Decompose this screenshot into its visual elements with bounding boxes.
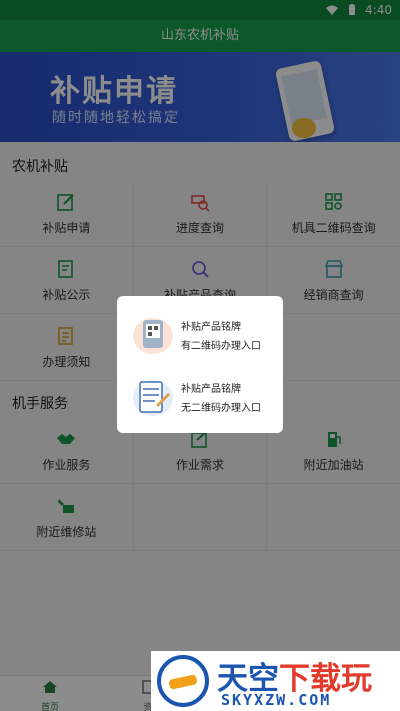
option-with-qr[interactable]: 补贴产品铭牌 有二维码办理入口 (117, 304, 283, 364)
site-watermark: 天空下载玩 SKYXZW.COM (151, 651, 400, 711)
option-subtitle: 无二维码办理入口 (181, 403, 261, 414)
option-title: 补贴产品铭牌 (181, 322, 241, 333)
option-title: 补贴产品铭牌 (181, 384, 241, 395)
watermark-logo-icon (157, 655, 209, 707)
qr-nameplate-icon (133, 318, 173, 354)
entry-choice-dialog: 补贴产品铭牌 有二维码办理入口 补贴产品铭牌 无二维码办理入口 (117, 296, 283, 433)
watermark-domain: SKYXZW.COM (221, 691, 332, 709)
option-subtitle: 有二维码办理入口 (181, 341, 261, 352)
checklist-clipboard-icon (133, 380, 173, 416)
option-without-qr[interactable]: 补贴产品铭牌 无二维码办理入口 (117, 366, 283, 426)
